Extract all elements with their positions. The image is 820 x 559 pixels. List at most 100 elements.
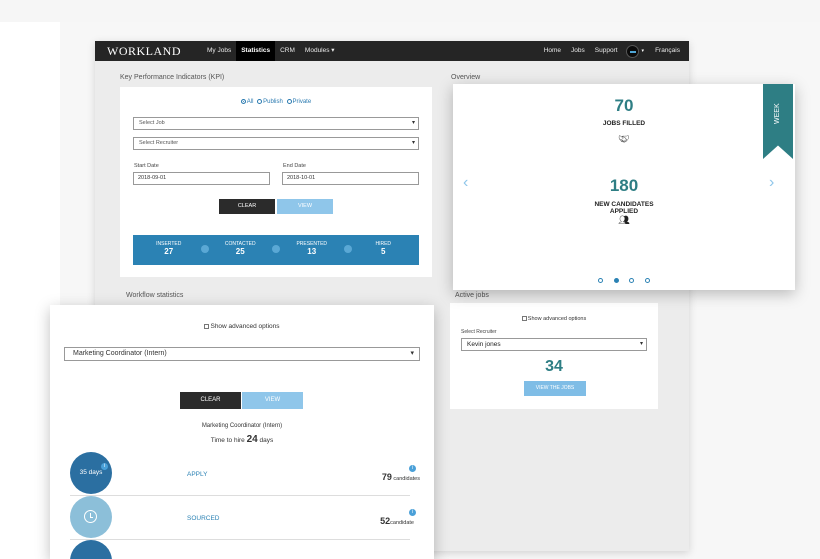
week-ribbon[interactable]: WEEK — [763, 84, 793, 159]
workflow-card: Show advanced options Marketing Coordina… — [50, 305, 434, 559]
time-to-hire: Time to hire 24 days — [50, 434, 434, 445]
end-date-label: End Date — [283, 163, 306, 169]
advanced-options-label[interactable]: Show advanced options — [528, 316, 586, 322]
candidate-count: 79 — [381, 472, 392, 482]
jobs-filled-label: JOBS FILLED — [602, 120, 646, 127]
kpi-card: All Publish Private Select Job Select Re… — [120, 87, 432, 277]
radio-publish-label[interactable]: Publish — [263, 99, 283, 105]
handshake-icon: 🤝︎ — [618, 134, 630, 144]
nav-modules[interactable]: Modules ▾ — [300, 41, 340, 61]
advanced-options-checkbox[interactable] — [521, 316, 527, 322]
candidate-unit: candidates — [393, 476, 420, 482]
kpi-clear-button[interactable]: CLEAR — [219, 199, 275, 214]
workflow-step-sourced[interactable]: SOURCED 52candidate i — [70, 496, 416, 540]
stat-contacted: CONTACTED 25 — [205, 235, 280, 265]
chevron-left-icon[interactable]: ‹ — [463, 174, 468, 192]
wf-advanced-checkbox[interactable] — [204, 323, 210, 329]
stat-value: 27 — [164, 247, 174, 256]
view-the-jobs-button[interactable]: VIEW THE JOBS — [524, 381, 586, 396]
percent-icon — [343, 245, 352, 253]
step-candidates: 79 candidates — [382, 472, 420, 482]
select-job-dropdown[interactable]: Select Job — [133, 117, 419, 130]
carousel-dot[interactable] — [644, 278, 650, 283]
wf-job-heading: Marketing Coordinator (Intern) — [201, 423, 283, 429]
stat-value: 13 — [307, 247, 317, 256]
active-jobs-section-title: Active jobs — [455, 292, 489, 299]
carousel-dot[interactable] — [598, 278, 604, 283]
time-to-hire-suffix: days — [259, 437, 274, 444]
visibility-radio-group: All Publish Private — [120, 99, 432, 105]
time-to-hire-value: 24 — [246, 434, 258, 445]
select-recruiter-dropdown[interactable]: Select Recruiter — [133, 137, 419, 150]
kpi-section-title: Key Performance Indicators (KPI) — [120, 74, 225, 81]
carousel-dot[interactable] — [629, 278, 635, 283]
carousel-dots — [453, 270, 795, 288]
workland-logo[interactable]: WORKLAND — [107, 44, 202, 59]
kpi-view-button[interactable]: VIEW — [277, 199, 333, 214]
percent-icon — [272, 245, 280, 253]
nav-my-jobs[interactable]: My Jobs — [202, 41, 236, 61]
wf-clear-button[interactable]: CLEAR — [180, 392, 241, 409]
workflow-step-next[interactable] — [70, 540, 410, 559]
nav-statistics[interactable]: Statistics — [236, 41, 276, 61]
active-jobs-count: 34 — [545, 358, 563, 375]
stat-presented: PRESENTED 13 — [276, 235, 352, 265]
radio-private-label[interactable]: Private — [293, 99, 312, 105]
nav-language[interactable]: Français — [650, 41, 685, 61]
recruiter-dropdown[interactable]: Kevin jones — [461, 338, 647, 351]
nav-right-group: Home Jobs Support ▾ Français — [539, 41, 685, 61]
radio-all-label[interactable]: All — [247, 99, 254, 105]
start-date-input[interactable]: 2018-09-01 — [133, 172, 270, 185]
candidate-unit: candidate — [390, 520, 414, 526]
info-icon[interactable]: i — [409, 465, 416, 472]
recruiter-label: Select Recruiter — [461, 329, 497, 335]
clock-icon — [84, 510, 97, 523]
candidate-count: 52 — [380, 516, 391, 526]
wf-advanced-label[interactable]: Show advanced options — [210, 323, 279, 330]
stat-value: 25 — [235, 247, 245, 256]
end-date-input[interactable]: 2018-10-01 — [282, 172, 419, 185]
job-select-dropdown[interactable]: Marketing Coordinator (Intern) — [64, 347, 420, 361]
workflow-section-title: Workflow statistics — [126, 292, 184, 299]
applied-label: APPLIED — [609, 208, 639, 215]
nav-home[interactable]: Home — [539, 41, 566, 61]
step-duration-circle — [70, 540, 112, 559]
step-name[interactable]: SOURCED — [187, 515, 220, 522]
time-to-hire-prefix: Time to hire — [210, 437, 245, 444]
chevron-down-icon[interactable]: ▾ — [642, 48, 645, 54]
backdrop-panel — [0, 0, 820, 22]
step-duration-circle — [70, 496, 112, 538]
radio-all[interactable] — [240, 99, 246, 104]
top-navbar: WORKLAND My Jobs Statistics CRM Modules … — [95, 41, 689, 61]
nav-support[interactable]: Support — [590, 41, 623, 61]
wf-advanced-row: Show advanced options — [50, 323, 434, 330]
week-label: WEEK — [774, 103, 781, 124]
carousel-dot[interactable] — [613, 278, 619, 283]
step-name[interactable]: APPLY — [187, 471, 207, 478]
info-icon[interactable]: i — [409, 509, 416, 516]
step-duration-circle: 35 days — [70, 452, 112, 494]
overview-section-title: Overview — [451, 74, 481, 81]
nav-jobs[interactable]: Jobs — [566, 41, 590, 61]
radio-private[interactable] — [286, 99, 292, 104]
radio-publish[interactable] — [257, 99, 263, 104]
info-icon[interactable]: i — [101, 463, 108, 470]
new-candidates-label: NEW CANDIDATES — [594, 201, 654, 208]
active-jobs-card: Show advanced options Select Recruiter K… — [450, 303, 658, 409]
kpi-stats-bar: INSERTED 27 CONTACTED 25 PRESENTED 13 HI… — [133, 235, 419, 265]
wf-view-button[interactable]: VIEW — [242, 392, 303, 409]
stat-inserted: INSERTED 27 — [133, 235, 209, 265]
workflow-step-apply[interactable]: 35 days i APPLY 79 candidates i — [70, 452, 420, 496]
overview-card: 70 JOBS FILLED 🤝︎ 180 NEW CANDIDATES APP… — [453, 84, 795, 290]
jobs-filled-value: 70 — [614, 96, 634, 115]
stat-hired: HIRED 5 — [348, 235, 420, 265]
nav-crm[interactable]: CRM — [275, 41, 300, 61]
users-icon: 👥︎ — [618, 215, 630, 225]
advanced-options-row: Show advanced options — [450, 316, 658, 322]
start-date-label: Start Date — [134, 163, 159, 169]
chevron-right-icon[interactable]: › — [769, 174, 774, 192]
percent-icon — [200, 245, 209, 253]
step-candidates: 52candidate — [380, 516, 414, 526]
user-avatar-icon[interactable] — [625, 44, 639, 58]
stat-value: 5 — [381, 247, 386, 256]
